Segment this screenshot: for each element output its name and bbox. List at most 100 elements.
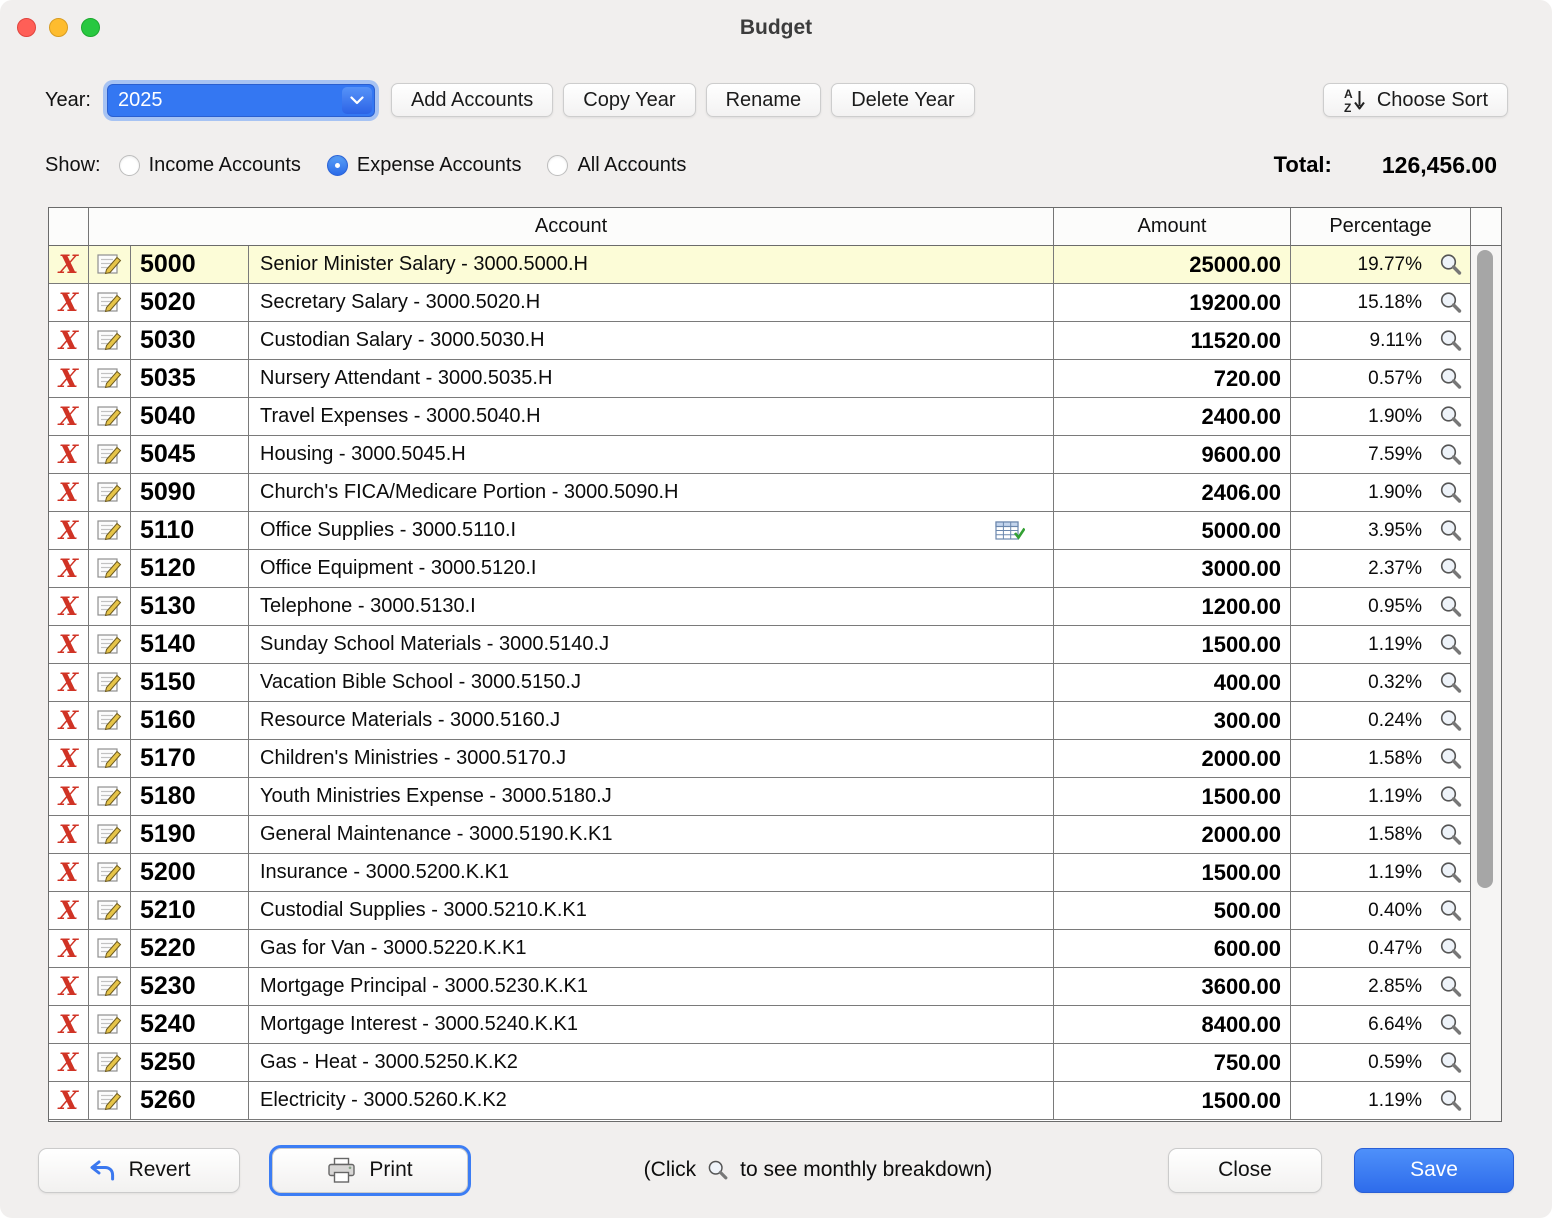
delete-cell[interactable]: X: [49, 1006, 89, 1044]
edit-icon[interactable]: [97, 1090, 122, 1111]
edit-cell[interactable]: [89, 322, 131, 360]
delete-cell[interactable]: X: [49, 398, 89, 436]
delete-cell[interactable]: X: [49, 1082, 89, 1120]
table-row[interactable]: X 5030 Custodian Salary - 3000.5030.H: [49, 322, 1471, 360]
amount-value[interactable]: 2406.00: [1054, 474, 1291, 512]
edit-cell[interactable]: [89, 436, 131, 474]
magnifier-icon[interactable]: [1438, 1012, 1464, 1038]
delete-icon[interactable]: X: [59, 1012, 78, 1037]
edit-cell[interactable]: [89, 1044, 131, 1082]
edit-cell[interactable]: [89, 740, 131, 778]
edit-icon[interactable]: [97, 330, 122, 351]
magnifier-icon[interactable]: [1438, 822, 1464, 848]
delete-icon[interactable]: X: [59, 366, 78, 391]
amount-value[interactable]: 600.00: [1054, 930, 1291, 968]
amount-value[interactable]: 19200.00: [1054, 284, 1291, 322]
delete-cell[interactable]: X: [49, 854, 89, 892]
revert-button[interactable]: Revert: [38, 1148, 240, 1193]
magnifier-icon[interactable]: [1438, 442, 1464, 468]
table-row[interactable]: X 5240 Mortgage Interest - 3000.5240.K.K…: [49, 1006, 1471, 1044]
delete-cell[interactable]: X: [49, 968, 89, 1006]
magnifier-icon[interactable]: [1438, 594, 1464, 620]
amount-value[interactable]: 5000.00: [1054, 512, 1291, 550]
table-row[interactable]: X 5260 Electricity - 3000.5260.K.K2: [49, 1082, 1471, 1120]
edit-cell[interactable]: [89, 398, 131, 436]
magnifier-icon[interactable]: [1438, 518, 1464, 544]
delete-icon[interactable]: X: [59, 784, 78, 809]
table-row[interactable]: X 5150 Vacation Bible School - 3000.5150…: [49, 664, 1471, 702]
table-row[interactable]: X 5250 Gas - Heat - 3000.5250.K.K2: [49, 1044, 1471, 1082]
table-row[interactable]: X 5230 Mortgage Principal - 3000.5230.K.…: [49, 968, 1471, 1006]
amount-value[interactable]: 8400.00: [1054, 1006, 1291, 1044]
minimize-window-button[interactable]: [49, 18, 68, 37]
table-row[interactable]: X 5160 Resource Materials - 3000.5160.J: [49, 702, 1471, 740]
delete-icon[interactable]: X: [59, 860, 78, 885]
edit-cell[interactable]: [89, 930, 131, 968]
edit-cell[interactable]: [89, 512, 131, 550]
amount-value[interactable]: 1500.00: [1054, 626, 1291, 664]
table-row[interactable]: X 5000 Senior Minister Salary - 3000.500…: [49, 246, 1471, 284]
delete-cell[interactable]: X: [49, 930, 89, 968]
magnifier-icon[interactable]: [1438, 974, 1464, 1000]
edit-cell[interactable]: [89, 664, 131, 702]
amount-value[interactable]: 2000.00: [1054, 816, 1291, 854]
copy-year-button[interactable]: Copy Year: [563, 83, 695, 117]
amount-value[interactable]: 11520.00: [1054, 322, 1291, 360]
magnifier-icon[interactable]: [1438, 670, 1464, 696]
table-row[interactable]: X 5200 Insurance - 3000.5200.K.K1: [49, 854, 1471, 892]
edit-icon[interactable]: [97, 786, 122, 807]
delete-icon[interactable]: X: [59, 290, 78, 315]
edit-cell[interactable]: [89, 588, 131, 626]
delete-icon[interactable]: X: [59, 556, 78, 581]
magnifier-icon[interactable]: [1438, 860, 1464, 886]
amount-value[interactable]: 400.00: [1054, 664, 1291, 702]
vertical-scrollbar[interactable]: [1471, 246, 1501, 1121]
magnifier-icon[interactable]: [1438, 290, 1464, 316]
amount-value[interactable]: 2400.00: [1054, 398, 1291, 436]
magnifier-icon[interactable]: [1438, 404, 1464, 430]
delete-icon[interactable]: X: [59, 708, 78, 733]
delete-icon[interactable]: X: [59, 252, 78, 277]
amount-value[interactable]: 750.00: [1054, 1044, 1291, 1082]
amount-value[interactable]: 1200.00: [1054, 588, 1291, 626]
zoom-window-button[interactable]: [81, 18, 100, 37]
delete-cell[interactable]: X: [49, 360, 89, 398]
magnifier-icon[interactable]: [1438, 1088, 1464, 1114]
edit-icon[interactable]: [97, 558, 122, 579]
delete-icon[interactable]: X: [59, 1088, 78, 1113]
delete-icon[interactable]: X: [59, 328, 78, 353]
delete-icon[interactable]: X: [59, 898, 78, 923]
magnifier-icon[interactable]: [1438, 746, 1464, 772]
add-accounts-button[interactable]: Add Accounts: [391, 83, 553, 117]
amount-value[interactable]: 300.00: [1054, 702, 1291, 740]
edit-cell[interactable]: [89, 778, 131, 816]
magnifier-icon[interactable]: [1438, 1050, 1464, 1076]
edit-icon[interactable]: [97, 634, 122, 655]
table-row[interactable]: X 5090 Church's FICA/Medicare Portion - …: [49, 474, 1471, 512]
edit-cell[interactable]: [89, 360, 131, 398]
amount-value[interactable]: 1500.00: [1054, 1082, 1291, 1120]
close-window-button[interactable]: [17, 18, 36, 37]
delete-cell[interactable]: X: [49, 512, 89, 550]
table-row[interactable]: X 5180 Youth Ministries Expense - 3000.5…: [49, 778, 1471, 816]
delete-icon[interactable]: X: [59, 974, 78, 999]
delete-icon[interactable]: X: [59, 404, 78, 429]
delete-cell[interactable]: X: [49, 550, 89, 588]
magnifier-icon[interactable]: [1438, 252, 1464, 278]
edit-cell[interactable]: [89, 550, 131, 588]
edit-icon[interactable]: [97, 406, 122, 427]
edit-icon[interactable]: [97, 482, 122, 503]
delete-cell[interactable]: X: [49, 322, 89, 360]
amount-value[interactable]: 1500.00: [1054, 854, 1291, 892]
edit-cell[interactable]: [89, 892, 131, 930]
edit-icon[interactable]: [97, 824, 122, 845]
delete-icon[interactable]: X: [59, 670, 78, 695]
edit-icon[interactable]: [97, 444, 122, 465]
delete-cell[interactable]: X: [49, 778, 89, 816]
table-row[interactable]: X 5210 Custodial Supplies - 3000.5210.K.…: [49, 892, 1471, 930]
delete-cell[interactable]: X: [49, 626, 89, 664]
magnifier-icon[interactable]: [1438, 632, 1464, 658]
table-row[interactable]: X 5190 General Maintenance - 3000.5190.K…: [49, 816, 1471, 854]
edit-icon[interactable]: [97, 520, 122, 541]
delete-icon[interactable]: X: [59, 822, 78, 847]
